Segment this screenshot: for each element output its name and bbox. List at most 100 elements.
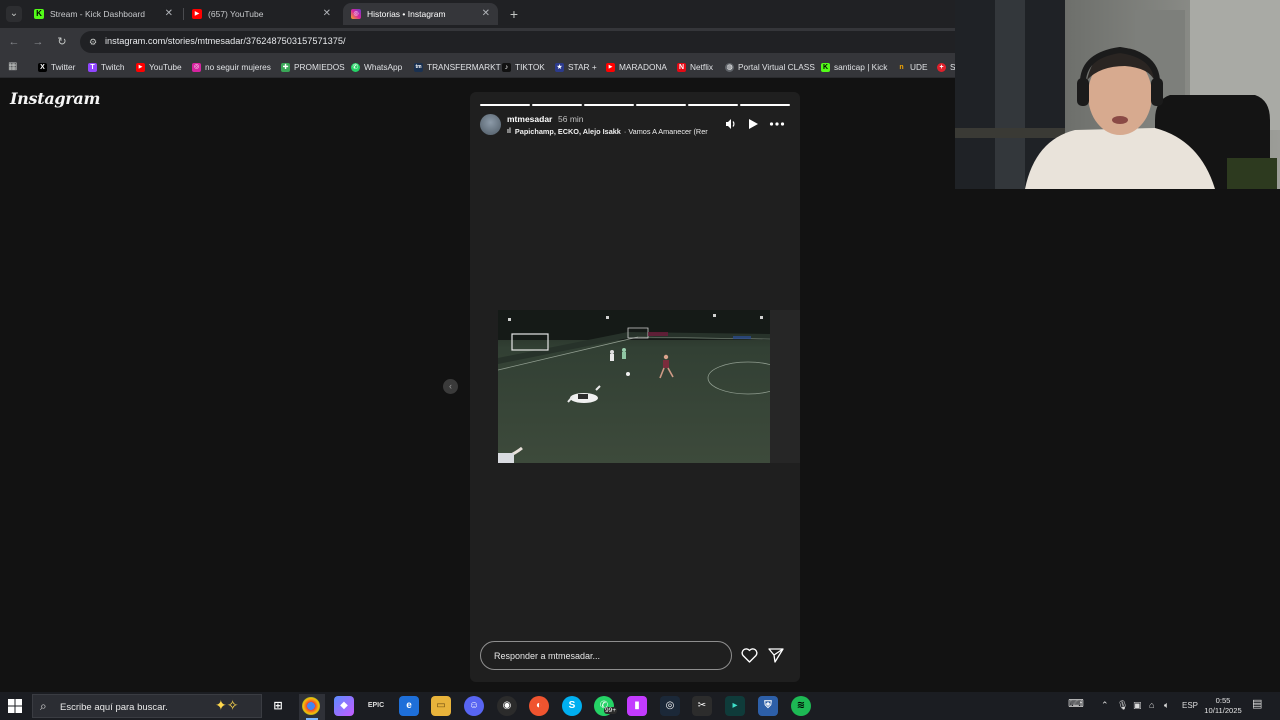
progress-segment [584, 104, 634, 106]
edge-icon[interactable]: e [399, 696, 419, 716]
obs-icon[interactable]: ◉ [497, 696, 517, 716]
kick-icon: K [34, 9, 44, 19]
volume-icon[interactable]: 🔈︎ [1164, 700, 1169, 711]
tab-search-button[interactable]: ⌄ [6, 6, 22, 22]
bookmark-netflix[interactable]: N Netflix [677, 60, 713, 74]
bookmark-s[interactable]: + S [937, 60, 955, 74]
bookmark-twitter[interactable]: X Twitter [38, 60, 75, 74]
story-username[interactable]: mtmesadar [507, 114, 552, 124]
tab-youtube[interactable]: ▶ (657) YouTube ✕ [184, 3, 339, 25]
steam-icon[interactable]: ◎ [660, 696, 680, 716]
previous-story-button[interactable]: ‹ [443, 379, 458, 394]
tab-instagram[interactable]: ◎ Historias • Instagram ✕ [343, 3, 498, 25]
tab-strip: ⌄ K Stream - Kick Dashboard ✕ ▶ (657) Yo… [0, 0, 955, 28]
windows-start-icon[interactable] [8, 699, 22, 718]
bookmark-label: TRANSFERMARKT [427, 62, 501, 72]
keyboard-icon[interactable]: ⌨ [1068, 697, 1084, 710]
chevron-up-icon[interactable]: ⌃ [1101, 700, 1109, 711]
reply-input[interactable]: Responder a mtmesadar... [480, 641, 732, 670]
bookmark-label: Twitch [101, 62, 125, 72]
bookmark-promiedos[interactable]: ✚ PROMIEDOS [281, 60, 345, 74]
close-icon[interactable]: ✕ [482, 8, 490, 19]
windows-taskbar: ⌕ Escribe aquí para buscar. ✦✧ ⊞ ◆ EPIC … [0, 692, 1280, 720]
whatsapp-badge: 99+ [604, 707, 618, 714]
origin-icon[interactable]: ◐ [529, 696, 549, 716]
more-options-icon[interactable] [769, 118, 785, 133]
bookmark-maradona[interactable]: ▶ MARADONA [606, 60, 667, 74]
system-clock[interactable]: 0:55 10/11/2025 [1200, 696, 1246, 716]
story-progress-bar [480, 104, 790, 106]
chrome-icon[interactable] [302, 697, 320, 715]
bookmark-tiktok[interactable]: ♪ TIKTOK [502, 60, 545, 74]
heart-icon[interactable] [741, 648, 758, 666]
bookmark-transfermarkt[interactable]: tm TRANSFERMARKT [414, 60, 501, 74]
twitch-icon: T [88, 62, 97, 72]
instagram-logo[interactable]: Instagram [10, 89, 100, 108]
story-timestamp: 56 min [558, 114, 584, 124]
bookmark-ude[interactable]: n UDE [897, 60, 927, 74]
star-icon: ★ [555, 62, 564, 72]
bookmark-label: santicap | Kick [834, 62, 888, 72]
spotify-icon[interactable]: ≋ [791, 696, 811, 716]
tab-label: (657) YouTube [208, 9, 264, 19]
close-icon[interactable]: ✕ [165, 8, 173, 19]
network-icon[interactable]: ⌂ [1149, 700, 1154, 710]
apps-grid-icon[interactable]: ▦ [8, 61, 20, 73]
avatar[interactable] [480, 114, 501, 135]
bookmark-label: STAR + [568, 62, 597, 72]
discord-icon[interactable]: ☺ [464, 696, 484, 716]
netflix-icon: N [677, 62, 686, 72]
progress-segment [740, 104, 790, 106]
app-bookmark-icon[interactable]: ▮ [627, 696, 647, 716]
camera-icon[interactable]: ▣ [1133, 700, 1142, 711]
notifications-icon[interactable]: ▤ [1252, 697, 1262, 710]
copilot-sparkle-icon[interactable]: ✦✧ [215, 697, 238, 714]
url-text[interactable]: instagram.com/stories/mtmesadar/37624875… [105, 36, 346, 46]
instagram-icon: ◎ [192, 62, 201, 72]
youtube-icon: ▶ [192, 9, 202, 19]
bookmark-star-plus[interactable]: ★ STAR + [555, 60, 597, 74]
bookmarks-bar: ▦ X Twitter T Twitch ▶ YouTube ◎ no segu… [0, 56, 955, 78]
bookmark-santicap-kick[interactable]: K santicap | Kick [821, 60, 887, 74]
bookmark-label: YouTube [149, 62, 182, 72]
tab-kick-dashboard[interactable]: K Stream - Kick Dashboard ✕ [26, 3, 181, 25]
bookmark-portal-virtual-class[interactable]: ◍ Portal Virtual CLASS [725, 60, 815, 74]
capcut-icon[interactable]: ✂ [692, 696, 712, 716]
instagram-icon: ◎ [351, 9, 361, 19]
task-view-icon[interactable]: ⊞ [268, 696, 288, 716]
bookmark-label: Portal Virtual CLASS [738, 62, 815, 72]
promiedos-icon: ✚ [281, 62, 290, 72]
globe-icon: ◍ [725, 62, 734, 72]
ude-icon: n [899, 63, 904, 71]
new-tab-button[interactable]: + [506, 6, 522, 22]
reload-icon[interactable]: ↻ [54, 34, 70, 50]
story-music-info[interactable]: ıl Papichamp, ECKO, Alejo Isakk · Vamos … [507, 127, 717, 136]
language-indicator[interactable]: ESP [1182, 701, 1198, 710]
bookmark-twitch[interactable]: T Twitch [88, 60, 125, 74]
back-icon[interactable]: ← [6, 34, 22, 50]
x-icon: X [38, 62, 47, 72]
site-info-icon[interactable]: ⚙ [86, 35, 100, 49]
address-bar[interactable]: ⚙ instagram.com/stories/mtmesadar/376248… [80, 31, 955, 53]
epic-games-icon[interactable]: EPIC [366, 696, 386, 716]
clock-time: 0:55 [1215, 696, 1231, 705]
bookmark-no-seguir-mujeres[interactable]: ◎ no seguir mujeres [192, 60, 271, 74]
microphone-icon[interactable]: 🎙︎ [1117, 700, 1128, 711]
volume-icon[interactable] [725, 118, 737, 133]
play-icon[interactable] [747, 118, 759, 133]
file-explorer-icon[interactable]: ▭ [431, 696, 451, 716]
bookmark-youtube[interactable]: ▶ YouTube [136, 60, 182, 74]
terminal-icon[interactable]: ▸ [725, 696, 745, 716]
bookmark-label: WhatsApp [364, 62, 403, 72]
taskbar-search[interactable]: ⌕ Escribe aquí para buscar. ✦✧ [32, 694, 262, 718]
close-icon[interactable]: ✕ [323, 8, 331, 19]
music-artists: Papichamp, ECKO, Alejo Isakk [514, 127, 621, 136]
transfermarkt-icon: tm [414, 62, 423, 72]
story-video[interactable] [498, 310, 770, 463]
send-icon[interactable] [768, 648, 784, 668]
forward-icon[interactable]: → [30, 34, 46, 50]
skype-icon[interactable]: S [562, 696, 582, 716]
shield-icon[interactable]: ⛨ [758, 696, 778, 716]
bookmark-whatsapp[interactable]: ✆ WhatsApp [351, 60, 402, 74]
copilot-icon[interactable]: ◆ [334, 696, 354, 716]
